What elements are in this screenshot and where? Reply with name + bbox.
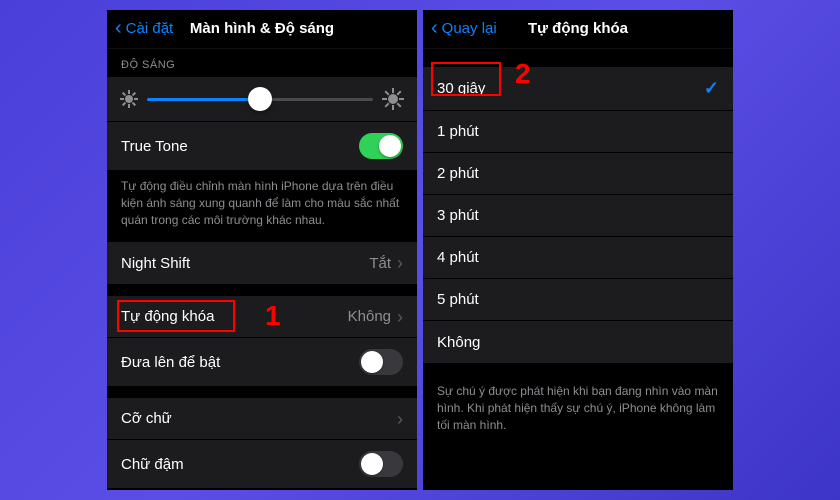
auto-lock-option[interactable]: 30 giây ✓ <box>423 67 733 111</box>
night-shift-value: Tắt <box>369 255 391 272</box>
option-label: 4 phút <box>437 249 479 266</box>
navbar: ‹ Cài đặt Màn hình & Độ sáng <box>107 10 417 49</box>
chevron-right-icon: › <box>397 410 403 428</box>
slider-thumb[interactable] <box>248 87 272 111</box>
settings-auto-lock-screen: ‹ Quay lại Tự động khóa 30 giây ✓ 1 phút 2 … <box>423 10 733 490</box>
option-label: 30 giây <box>437 80 485 97</box>
brightness-slider-row[interactable] <box>107 77 417 122</box>
auto-lock-option[interactable]: 3 phút <box>423 195 733 237</box>
true-tone-row[interactable]: True Tone <box>107 122 417 170</box>
checkmark-icon: ✓ <box>704 78 719 99</box>
night-shift-row[interactable]: Night Shift Tắt › <box>107 242 417 284</box>
text-group: Cỡ chữ › Chữ đậm <box>107 398 417 488</box>
option-label: 3 phút <box>437 207 479 224</box>
option-label: 5 phút <box>437 291 479 308</box>
auto-lock-option[interactable]: Không <box>423 321 733 363</box>
brightness-group: True Tone <box>107 77 417 170</box>
text-size-row[interactable]: Cỡ chữ › <box>107 398 417 440</box>
option-label: 1 phút <box>437 123 479 140</box>
chevron-right-icon: › <box>397 308 403 326</box>
navbar: ‹ Quay lại Tự động khóa <box>423 10 733 49</box>
back-label: Cài đặt <box>126 20 174 37</box>
true-tone-toggle[interactable] <box>359 133 403 159</box>
auto-lock-option[interactable]: 1 phút <box>423 111 733 153</box>
nav-title: Màn hình & Độ sáng <box>190 20 334 37</box>
sun-large-icon <box>383 89 403 109</box>
option-label: Không <box>437 334 480 351</box>
raise-to-wake-label: Đưa lên để bật <box>121 354 220 371</box>
bold-text-row[interactable]: Chữ đậm <box>107 440 417 488</box>
auto-lock-options: 30 giây ✓ 1 phút 2 phút 3 phút 4 phút 5 phút Kh… <box>423 67 733 363</box>
auto-lock-row[interactable]: Tự động khóa Không › 1 <box>107 296 417 338</box>
auto-lock-option[interactable]: 5 phút <box>423 279 733 321</box>
nav-title: Tự động khóa <box>528 20 628 37</box>
auto-lock-option[interactable]: 2 phút <box>423 153 733 195</box>
chevron-right-icon: › <box>397 254 403 272</box>
option-label: 2 phút <box>437 165 479 182</box>
back-label: Quay lại <box>442 20 497 37</box>
bold-text-label: Chữ đậm <box>121 456 184 473</box>
auto-lock-option[interactable]: 4 phút <box>423 237 733 279</box>
auto-lock-value: Không <box>348 308 391 325</box>
text-size-label: Cỡ chữ <box>121 410 172 427</box>
raise-to-wake-row[interactable]: Đưa lên để bật <box>107 338 417 386</box>
auto-lock-note: Sự chú ý được phát hiện khi bạn đang nhì… <box>423 375 733 447</box>
back-button[interactable]: ‹ Cài đặt <box>115 18 173 38</box>
auto-lock-label: Tự động khóa <box>121 308 214 325</box>
bold-text-toggle[interactable] <box>359 451 403 477</box>
brightness-section-header: ĐỘ SÁNG <box>107 49 417 77</box>
back-button[interactable]: ‹ Quay lại <box>431 18 497 38</box>
autolock-group: Tự động khóa Không › 1 Đưa lên để bật <box>107 296 417 386</box>
true-tone-note: Tự động điều chỉnh màn hình iPhone dựa t… <box>107 170 417 242</box>
chevron-left-icon: ‹ <box>115 18 122 38</box>
true-tone-label: True Tone <box>121 138 188 155</box>
night-shift-label: Night Shift <box>121 255 190 272</box>
annotation-number-1: 1 <box>265 300 281 332</box>
settings-display-brightness-screen: ‹ Cài đặt Màn hình & Độ sáng ĐỘ SÁNG <box>107 10 417 490</box>
sun-small-icon <box>121 91 137 107</box>
chevron-left-icon: ‹ <box>431 18 438 38</box>
brightness-slider[interactable] <box>147 98 373 101</box>
raise-to-wake-toggle[interactable] <box>359 349 403 375</box>
night-shift-group: Night Shift Tắt › <box>107 242 417 284</box>
